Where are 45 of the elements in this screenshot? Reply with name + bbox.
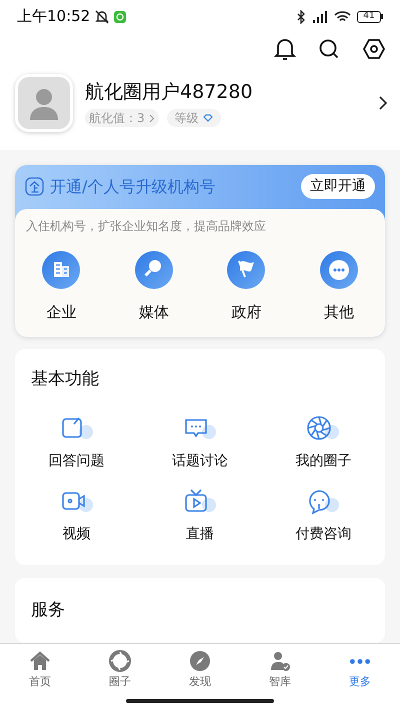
feature-label[interactable]: 视频	[62, 524, 91, 544]
card-subtitle: 入住机构号，扩张企业知名度，提高品牌效应	[25, 218, 267, 234]
chevron-right-icon	[148, 114, 155, 123]
flag-icon[interactable]	[227, 250, 266, 288]
search-icon[interactable]	[318, 38, 340, 60]
feature-label[interactable]: 直播	[186, 524, 214, 544]
diamond-icon	[202, 114, 213, 122]
category-label[interactable]: 企业	[46, 300, 76, 323]
compass-icon	[189, 650, 211, 672]
category-label[interactable]: 媒体	[138, 300, 169, 323]
feature-label[interactable]: 回答问题	[48, 450, 105, 472]
bluetooth-icon	[297, 10, 306, 24]
feature-label[interactable]: 话题讨论	[172, 450, 228, 472]
category-label[interactable]: 其他	[324, 300, 354, 323]
building-icon[interactable]	[42, 250, 80, 288]
signal-icon	[312, 10, 328, 24]
tab-item[interactable]: 圈子	[80, 650, 160, 690]
app-notification-icon	[114, 10, 126, 23]
tab-item[interactable]: 更多	[320, 650, 400, 690]
card-title: 开通/个人号升级机构号	[50, 176, 216, 198]
tab-item[interactable]: 发现	[160, 650, 240, 690]
more-dots-icon[interactable]	[320, 250, 358, 288]
person-check-icon	[269, 650, 291, 672]
category-label[interactable]: 政府	[231, 300, 262, 323]
bell-icon[interactable]	[274, 37, 296, 62]
section-title: 服务	[30, 598, 66, 622]
username: 航化圈用户487280	[85, 80, 254, 105]
speech-face-icon[interactable]	[306, 488, 340, 516]
magnifier-icon[interactable]	[134, 250, 173, 288]
status-time: 上午10:52	[17, 6, 90, 28]
settings-icon[interactable]	[362, 37, 386, 62]
aperture-icon	[109, 650, 131, 672]
more-dots-icon	[350, 658, 370, 664]
home-icon	[29, 650, 51, 672]
enterprise-badge-icon	[25, 177, 44, 196]
tab-item[interactable]: 首页	[0, 650, 80, 690]
tab-item[interactable]: 智库	[240, 650, 320, 690]
chevron-right-icon[interactable]	[379, 96, 388, 110]
wifi-icon	[334, 10, 351, 24]
feature-label[interactable]: 我的圈子	[295, 450, 352, 472]
open-now-button[interactable]: 立即开通	[301, 174, 375, 199]
section-title: 基本功能	[30, 368, 100, 391]
aperture-icon[interactable]	[306, 414, 340, 442]
feature-label[interactable]: 付费咨询	[295, 524, 352, 544]
bell-off-icon	[94, 8, 110, 25]
